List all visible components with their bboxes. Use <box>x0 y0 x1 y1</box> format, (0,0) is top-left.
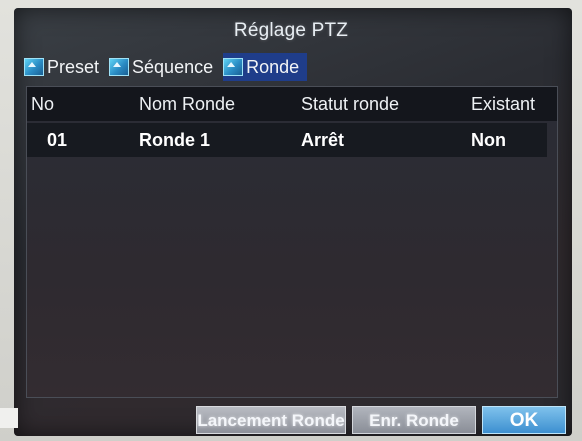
table-header: No Nom Ronde Statut ronde Existant <box>27 87 557 121</box>
camera-icon <box>223 58 244 76</box>
table-row[interactable]: 01 Ronde 1 Arrêt Non <box>27 123 547 157</box>
launch-ronde-button[interactable]: Lancement Ronde <box>196 406 346 434</box>
save-ronde-button[interactable]: Enr. Ronde <box>352 406 476 434</box>
tab-label: Preset <box>47 56 100 77</box>
column-header-nom-ronde: Nom Ronde <box>139 94 236 114</box>
window-title: Réglage PTZ <box>233 20 349 41</box>
cell-existant: Non <box>471 130 506 150</box>
tab-bar: Preset Séquence Ronde <box>24 52 308 82</box>
camera-icon <box>24 58 44 76</box>
button-bar: Lancement Ronde Enr. Ronde OK <box>26 406 566 436</box>
tab-sequence[interactable]: Séquence <box>109 53 217 81</box>
tab-preset[interactable]: Preset <box>24 53 103 81</box>
tab-label: Ronde <box>246 56 300 77</box>
glare-patch <box>0 408 18 428</box>
column-header-statut-ronde: Statut ronde <box>301 94 400 114</box>
tab-label: Séquence <box>132 56 214 77</box>
cell-no: 01 <box>47 130 68 150</box>
cell-nom-ronde: Ronde 1 <box>139 130 211 150</box>
camera-icon <box>109 58 130 76</box>
tab-ronde[interactable]: Ronde <box>223 53 308 81</box>
column-header-no: No <box>31 94 55 114</box>
column-header-existant: Existant <box>471 94 536 114</box>
ronde-table-panel: No Nom Ronde Statut ronde Existant 01 Ro… <box>26 86 558 398</box>
ptz-settings-window: Réglage PTZ Preset Séquence Ronde No Nom… <box>22 14 566 434</box>
ok-button[interactable]: OK <box>482 406 566 434</box>
cell-statut-ronde: Arrêt <box>301 130 345 150</box>
